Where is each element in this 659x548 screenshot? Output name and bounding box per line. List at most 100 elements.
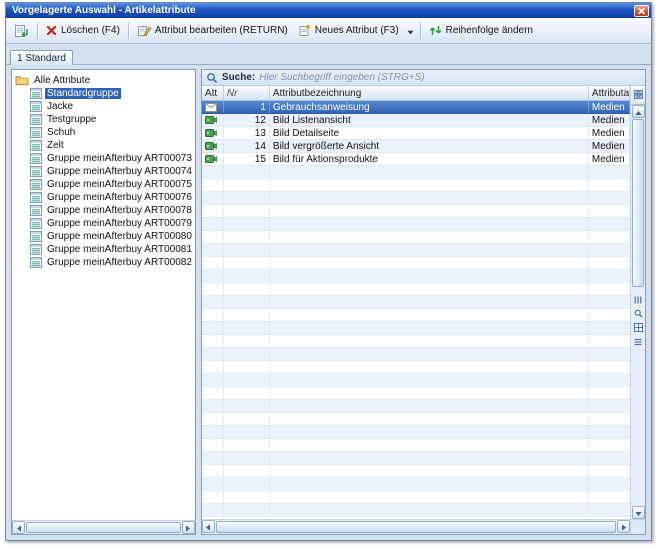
- tree-hscroll-thumb[interactable]: [26, 522, 181, 533]
- table-row[interactable]: 1GebrauchsanweisungMedien: [202, 101, 630, 114]
- attribute-group-icon: [30, 127, 42, 138]
- search-placeholder: Hier Suchbegriff eingeben (STRG+S): [259, 72, 424, 83]
- tree-item-label: Testgruppe: [45, 114, 98, 125]
- attribute-group-icon: [30, 205, 42, 216]
- tab-standard[interactable]: 1 Standard: [10, 50, 73, 65]
- row-name: Bild Listenansicht: [270, 114, 589, 126]
- tree-item-label: Schuh: [45, 127, 77, 138]
- tree-item-gruppe-meinafterbuy-art00079[interactable]: Gruppe meinAfterbuy ART00079: [15, 217, 194, 230]
- attribute-groups-panel: Alle Attribute Standardgruppe Jacke Testgr…: [11, 69, 196, 535]
- attribute-group-icon: [30, 101, 42, 112]
- media-row-icon: [205, 128, 217, 138]
- tree-item-gruppe-meinafterbuy-art00081[interactable]: Gruppe meinAfterbuy ART00081: [15, 243, 194, 256]
- grid-scroll-left-button[interactable]: [202, 520, 215, 533]
- tree-item-schuh[interactable]: Schuh: [15, 126, 194, 139]
- tree-item-zelt[interactable]: Zelt: [15, 139, 194, 152]
- grid-vscroll-thumb[interactable]: [632, 119, 644, 287]
- tree-item-testgruppe[interactable]: Testgruppe: [15, 113, 194, 126]
- tree-item-label: Gruppe meinAfterbuy ART00074: [45, 166, 194, 177]
- scrollbar-tool-list[interactable]: [631, 335, 645, 349]
- column-header-att[interactable]: Att: [202, 86, 224, 100]
- toolbar: Löschen (F4) Attribut bearbeiten (RETURN)…: [6, 18, 651, 44]
- tree-horizontal-scrollbar: [12, 520, 195, 534]
- media-row-icon: [205, 115, 217, 125]
- reorder-icon: [429, 24, 442, 37]
- grid-empty-area: [202, 166, 630, 519]
- titlebar[interactable]: Vorgelagerte Auswahl - Artikelattribute: [6, 3, 651, 18]
- column-header-name[interactable]: Attributbezeichnung: [270, 86, 589, 100]
- row-nr: 14: [224, 140, 270, 152]
- edit-attribute-label: Attribut bearbeiten (RETURN): [155, 25, 288, 36]
- tab-strip: 1 Standard: [6, 44, 651, 65]
- row-nr: 15: [224, 153, 270, 165]
- tree-item-standardgruppe[interactable]: Standardgruppe: [15, 87, 194, 100]
- row-type-icon-cell: [202, 101, 224, 113]
- attributes-grid: Att Nr Attributbezeichnung Attributart 1…: [202, 86, 645, 519]
- new-attribute-button[interactable]: Neues Attribut (F3): [293, 21, 404, 41]
- tree-root-all-attributes[interactable]: Alle Attribute: [15, 73, 194, 87]
- tree-item-gruppe-meinafterbuy-art00078[interactable]: Gruppe meinAfterbuy ART00078: [15, 204, 194, 217]
- tree-item-gruppe-meinafterbuy-art00076[interactable]: Gruppe meinAfterbuy ART00076: [15, 191, 194, 204]
- arrow-right-icon: [185, 519, 191, 537]
- media-row-icon: [205, 141, 217, 151]
- attribute-group-icon: [30, 153, 42, 164]
- tree-item-label: Gruppe meinAfterbuy ART00075: [45, 179, 194, 190]
- search-icon: [206, 72, 218, 84]
- tree-item-gruppe-meinafterbuy-art00080[interactable]: Gruppe meinAfterbuy ART00080: [15, 230, 194, 243]
- attributes-panel: Suche: Hier Suchbegriff eingeben (STRG+S…: [201, 69, 646, 535]
- attribute-group-icon: [30, 244, 42, 255]
- row-nr: 13: [224, 127, 270, 139]
- grid-horizontal-scrollbar: [202, 519, 645, 534]
- grid-vscroll-track[interactable]: [631, 118, 645, 506]
- tree-scroll-right-button[interactable]: [182, 521, 195, 534]
- attribute-group-icon: [30, 140, 42, 151]
- grid-scroll-up-button[interactable]: [632, 105, 645, 118]
- attribute-groups-tree: Alle Attribute Standardgruppe Jacke Testgr…: [12, 70, 195, 520]
- change-order-button[interactable]: Reihenfolge ändern: [424, 21, 538, 41]
- tree-item-label: Jacke: [45, 101, 75, 112]
- table-row[interactable]: 15Bild für AktionsprodukteMedien: [202, 153, 630, 166]
- tree-item-label: Gruppe meinAfterbuy ART00080: [45, 231, 194, 242]
- edit-icon: [137, 24, 151, 37]
- table-row[interactable]: 12Bild ListenansichtMedien: [202, 114, 630, 127]
- grid-hscroll-track[interactable]: [215, 520, 617, 534]
- tree-item-gruppe-meinafterbuy-art00082[interactable]: Gruppe meinAfterbuy ART00082: [15, 256, 194, 269]
- tree-hscroll-track[interactable]: [25, 521, 182, 534]
- apply-button[interactable]: [9, 21, 34, 41]
- tree-scroll-left-button[interactable]: [12, 521, 25, 534]
- row-attribute-type: Medien: [589, 127, 630, 139]
- close-icon: [637, 2, 646, 20]
- close-button[interactable]: [634, 5, 649, 17]
- change-order-label: Reihenfolge ändern: [446, 25, 533, 36]
- table-row[interactable]: 14Bild vergrößerte AnsichtMedien: [202, 140, 630, 153]
- new-attribute-dropdown[interactable]: [404, 21, 417, 41]
- search-label: Suche:: [222, 72, 255, 83]
- arrow-left-icon: [16, 519, 22, 537]
- column-header-type[interactable]: Attributart: [589, 86, 630, 100]
- row-type-icon-cell: [202, 114, 224, 126]
- edit-attribute-button[interactable]: Attribut bearbeiten (RETURN): [132, 21, 293, 41]
- tree-item-gruppe-meinafterbuy-art00075[interactable]: Gruppe meinAfterbuy ART00075: [15, 178, 194, 191]
- arrow-right-icon: [621, 518, 627, 536]
- tree-item-gruppe-meinafterbuy-art00073[interactable]: Gruppe meinAfterbuy ART00073: [15, 152, 194, 165]
- tree-item-label: Gruppe meinAfterbuy ART00079: [45, 218, 194, 229]
- attribute-group-icon: [30, 179, 42, 190]
- column-header-nr[interactable]: Nr: [224, 86, 270, 100]
- column-chooser-icon: [634, 86, 643, 104]
- attribute-group-icon: [30, 114, 42, 125]
- grid-hscroll-thumb[interactable]: [216, 521, 616, 533]
- tree-item-label: Gruppe meinAfterbuy ART00078: [45, 205, 194, 216]
- content-area: Alle Attribute Standardgruppe Jacke Testgr…: [6, 65, 651, 540]
- media-row-icon: [205, 154, 217, 164]
- delete-button[interactable]: Löschen (F4): [41, 21, 125, 41]
- tree-item-jacke[interactable]: Jacke: [15, 100, 194, 113]
- grid-scroll-right-button[interactable]: [617, 520, 630, 533]
- table-row[interactable]: 13Bild DetailseiteMedien: [202, 127, 630, 140]
- tree-item-gruppe-meinafterbuy-art00074[interactable]: Gruppe meinAfterbuy ART00074: [15, 165, 194, 178]
- row-name: Bild Detailseite: [270, 127, 589, 139]
- row-name: Bild vergrößerte Ansicht: [270, 140, 589, 152]
- search-box[interactable]: Suche: Hier Suchbegriff eingeben (STRG+S…: [202, 70, 645, 86]
- attribute-group-icon: [30, 231, 42, 242]
- grid-scroll-down-button[interactable]: [632, 506, 645, 519]
- tree-item-label: Standardgruppe: [45, 88, 121, 99]
